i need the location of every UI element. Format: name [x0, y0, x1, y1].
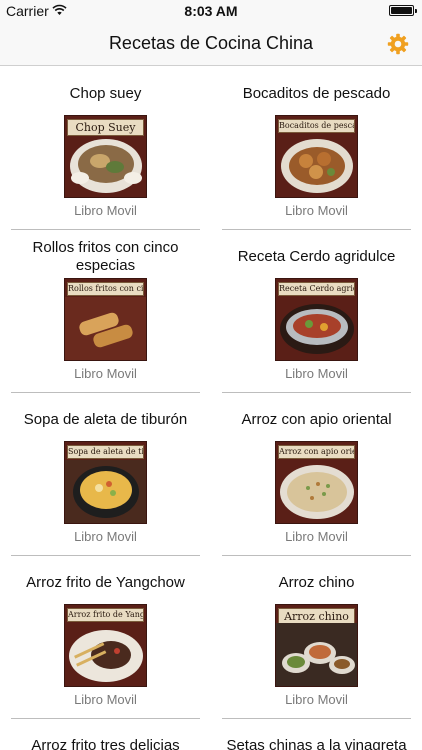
recipe-title: Bocaditos de pescado: [242, 85, 391, 102]
recipe-thumbnail: Sopa de aleta de tiburón: [64, 441, 147, 524]
thumbnail-caption: Receta Cerdo agridulce: [278, 282, 355, 296]
nav-bar: Recetas de Cocina China: [0, 22, 422, 66]
recipe-title: Sopa de aleta de tiburón: [23, 411, 188, 428]
recipe-title: Arroz frito tres delicias: [31, 737, 180, 750]
row-divider: [11, 392, 200, 393]
recipe-thumbnail: Arroz con apio oriental: [275, 441, 358, 524]
recipe-thumbnail: Arroz frito de Yangchow: [64, 604, 147, 687]
battery-icon: [389, 5, 417, 16]
recipe-title: Receta Cerdo agridulce: [237, 248, 396, 265]
recipe-title: Arroz frito de Yangchow: [26, 574, 185, 591]
row-divider: [222, 555, 411, 556]
row-divider: [222, 718, 411, 719]
recipe-thumbnail: Chop Suey: [64, 115, 147, 198]
thumbnail-caption: Arroz frito de Yangchow: [67, 608, 144, 622]
recipe-title: Arroz con apio oriental: [241, 411, 392, 428]
row-divider: [11, 555, 200, 556]
recipe-title: Setas chinas a la vinagreta: [226, 737, 407, 750]
row-divider: [11, 229, 200, 230]
recipe-title: Arroz chino: [278, 574, 355, 591]
recipe-title: Chop suey: [69, 85, 142, 102]
row-divider: [11, 718, 200, 719]
settings-button[interactable]: [386, 32, 410, 56]
recipe-subtitle: Libro Movil: [285, 529, 348, 544]
recipe-subtitle: Libro Movil: [74, 529, 137, 544]
recipe-subtitle: Libro Movil: [74, 203, 137, 218]
status-bar: Carrier 8:03 AM: [0, 0, 422, 22]
recipe-thumbnail: Arroz chino: [275, 604, 358, 687]
gear-icon: [387, 33, 409, 55]
row-divider: [222, 392, 411, 393]
recipe-subtitle: Libro Movil: [285, 203, 348, 218]
recipe-title: Rollos fritos con cinco especias: [32, 239, 179, 274]
thumbnail-caption: Sopa de aleta de tiburón: [67, 445, 144, 459]
recipe-thumbnail: Receta Cerdo agridulce: [275, 278, 358, 361]
recipe-subtitle: Libro Movil: [285, 692, 348, 707]
thumbnail-caption: Arroz con apio oriental: [278, 445, 355, 459]
recipe-subtitle: Libro Movil: [74, 692, 137, 707]
recipe-thumbnail: Bocaditos de pescado: [275, 115, 358, 198]
status-time: 8:03 AM: [184, 3, 238, 19]
recipe-thumbnail: Rollos fritos con cinco especias: [64, 278, 147, 361]
thumbnail-caption: Rollos fritos con cinco especias: [67, 282, 144, 296]
recipe-subtitle: Libro Movil: [285, 366, 348, 381]
page-title: Recetas de Cocina China: [108, 33, 314, 53]
thumbnail-caption: Bocaditos de pescado: [278, 119, 355, 133]
row-divider: [222, 229, 411, 230]
recipe-subtitle: Libro Movil: [74, 366, 137, 381]
